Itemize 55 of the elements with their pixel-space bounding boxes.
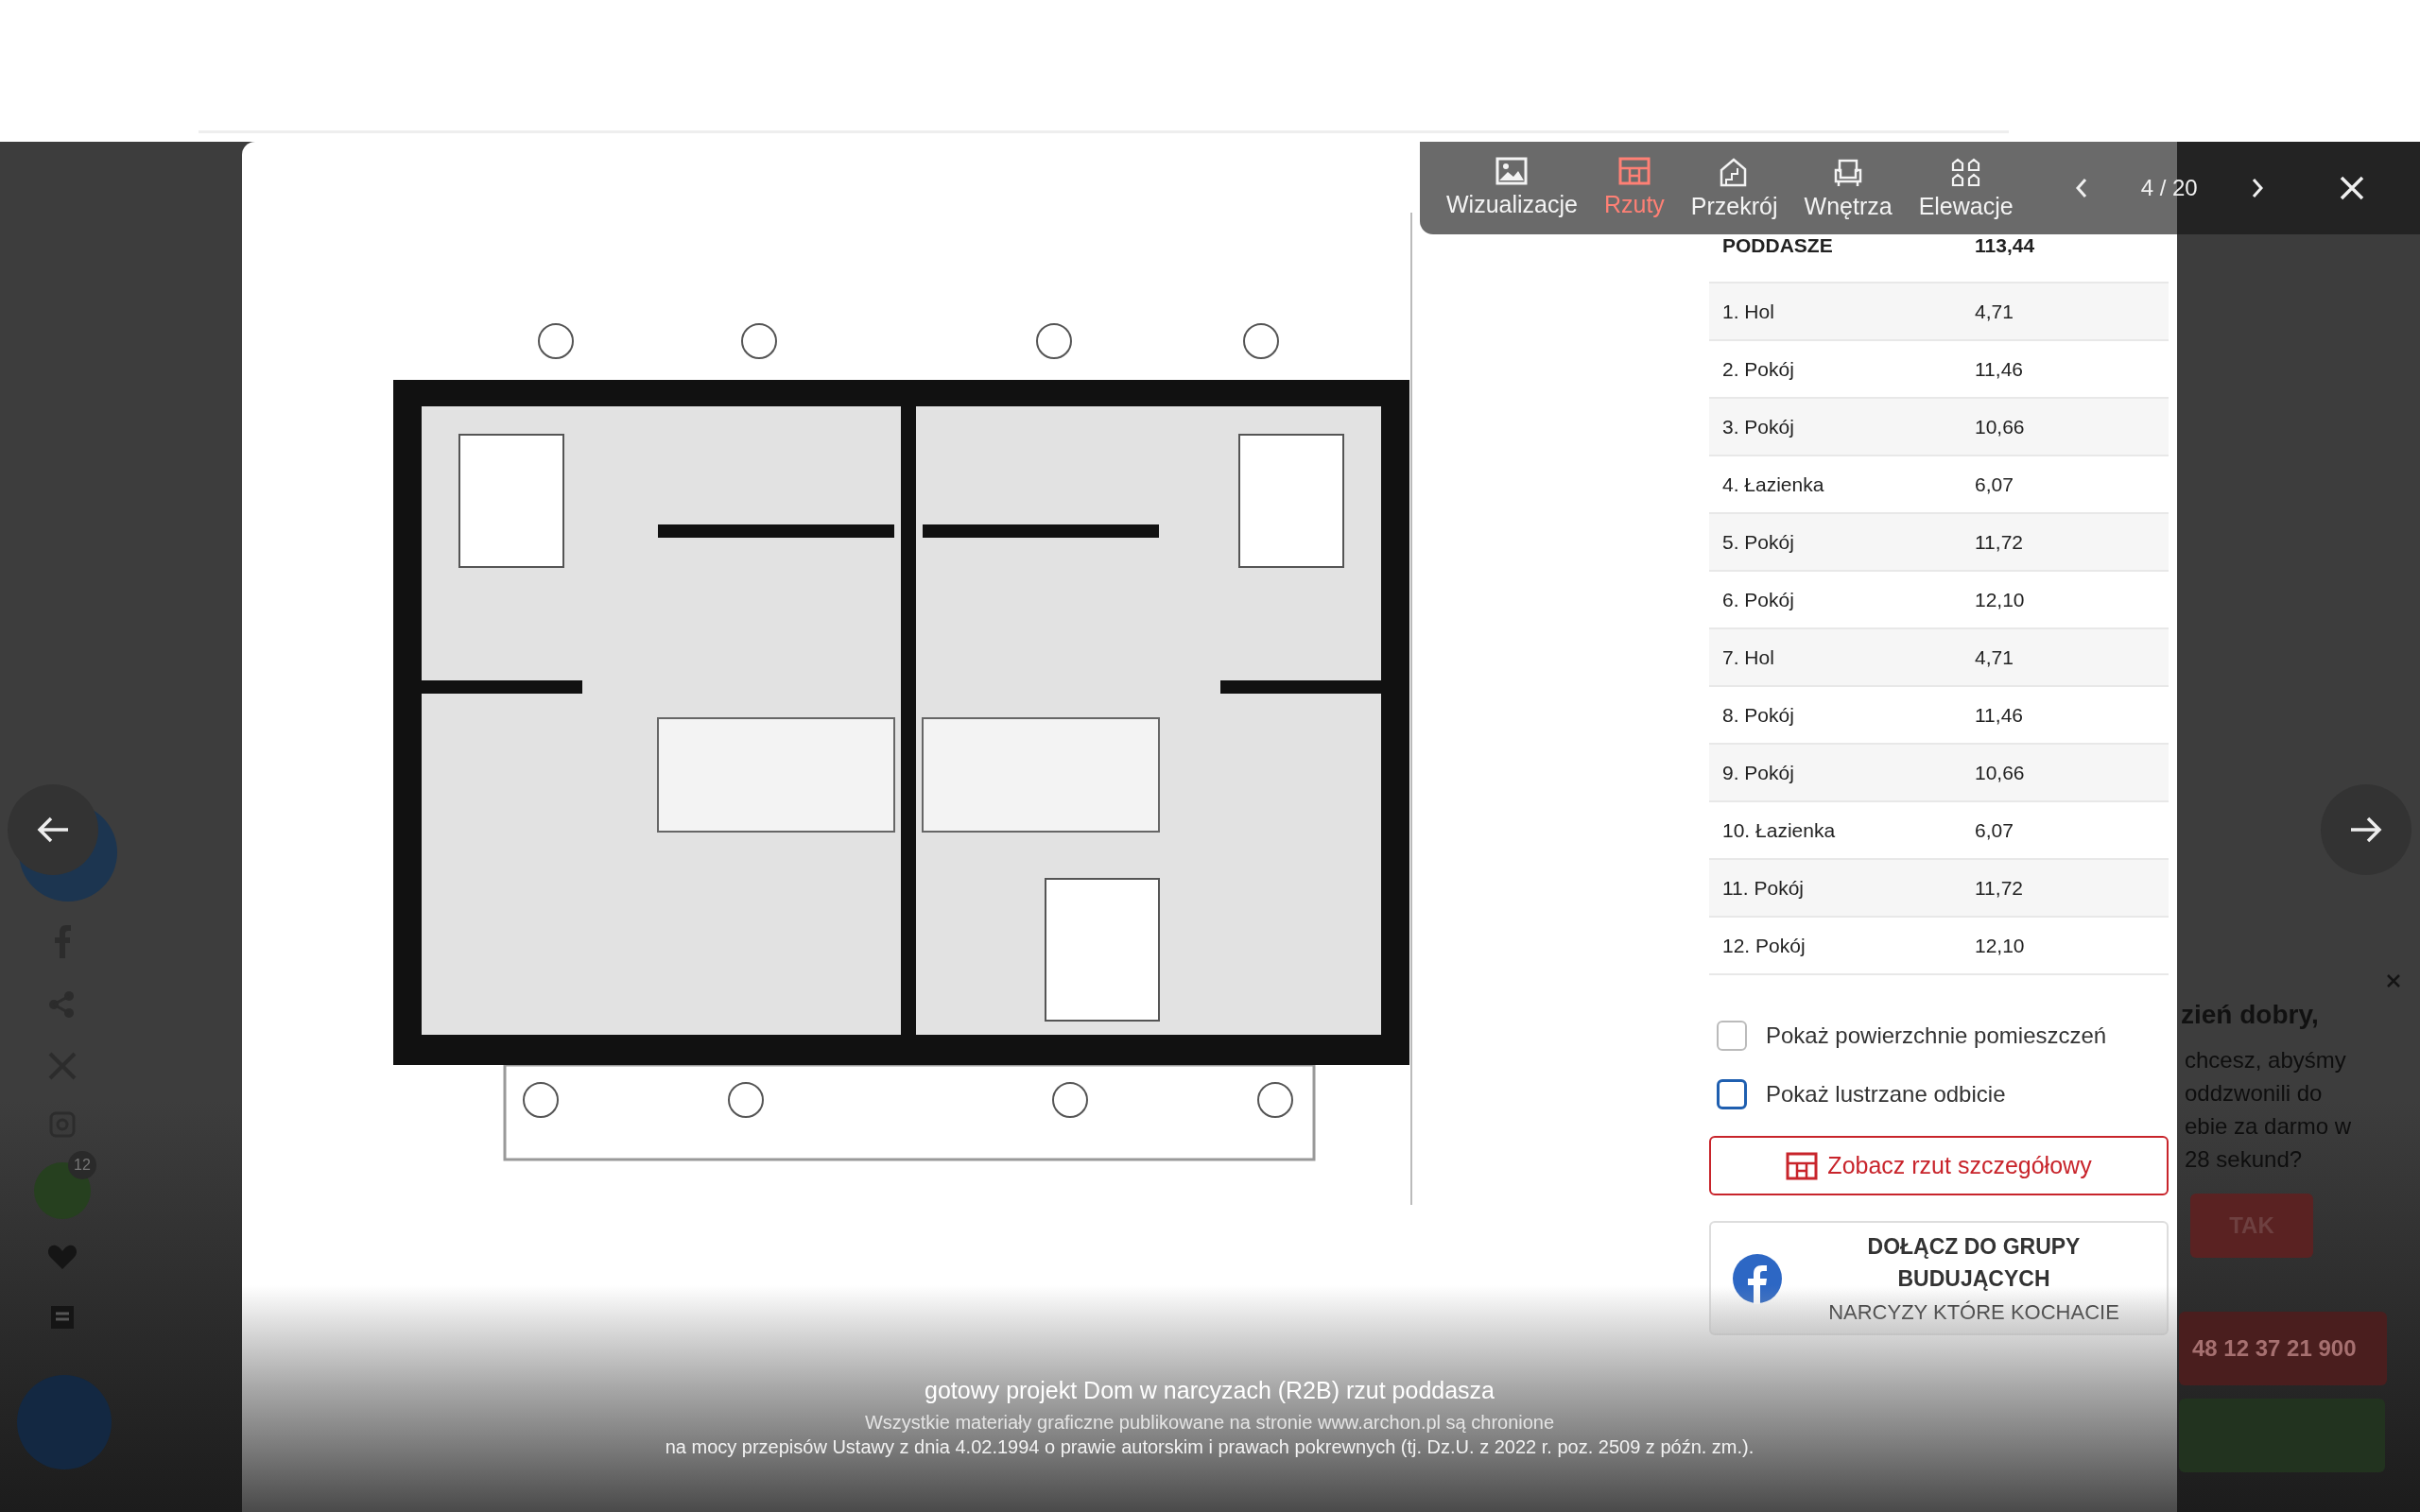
elevations-icon [1949, 156, 1982, 187]
chevron-left-icon [2073, 177, 2089, 199]
copyright-notice: na mocy przepisów Ustawy z dnia 4.02.1994 o prawie autorskim i prawach pokrewnych (tj. Dz.U. z 2022 r. poz. 2509 z późn. zm.). [665, 1435, 1754, 1459]
copyright-notice: Wszystkie materiały graficzne publikowane na stronie www.archon.pl są chronione [864, 1411, 1555, 1435]
detail-plan-button[interactable]: Zobacz rzut szczegółowy [1709, 1136, 2169, 1195]
room-name: 12. Pokój [1721, 934, 1806, 957]
room-name: 4. Łazienka [1721, 472, 1825, 496]
room-area: 4,71 [1975, 300, 2169, 323]
previous-button[interactable] [2073, 177, 2089, 199]
room-name: 8. Pokój [1721, 703, 1795, 727]
room-area: 11,72 [1975, 876, 2169, 900]
room-name: 10. Łazienka [1721, 818, 1837, 842]
arrow-right-icon [2349, 816, 2383, 844]
room-area: 12,10 [1975, 588, 2169, 611]
close-icon[interactable] [2386, 973, 2401, 988]
checkbox-label: Pokaż lustrzane odbicie [1766, 1081, 2006, 1108]
tab[interactable]: Wizualizacje [1433, 148, 1591, 228]
room-area: 11,46 [1975, 703, 2169, 727]
room-name: 11. Pokój [1721, 876, 1805, 900]
image-counter: 4 / 20 [2139, 175, 2199, 201]
arrow-left-icon [36, 816, 70, 844]
room-name: 2. Pokój [1721, 357, 1795, 381]
room-area: 4,71 [1975, 645, 2169, 669]
room-area: 10,66 [1975, 761, 2169, 784]
room-area: 10,66 [1975, 415, 2169, 438]
phone-button[interactable]: 48 12 37 21 900 [2179, 1312, 2387, 1385]
image-icon [1495, 156, 1529, 185]
caption-title: gotowy projekt Dom w narcyzach (R2B) rzut poddasza [925, 1377, 1495, 1404]
room-area: 12,10 [1975, 934, 2169, 957]
checkbox-label: Pokaż powierzchnie pomieszczeń [1766, 1022, 2107, 1049]
facebook-group-card[interactable]: DOŁĄCZ DO GRUPY BUDUJĄCYCH NARCYZY KTÓRE KOCHACIE [1709, 1221, 2169, 1335]
room-name: 6. Pokój [1721, 588, 1795, 611]
heart-icon[interactable] [47, 1244, 78, 1270]
room-name: 1. Hol [1721, 300, 1775, 323]
floor-plan-icon [1617, 156, 1651, 185]
room-name: 7. Hol [1721, 645, 1775, 669]
close-button[interactable] [2338, 175, 2365, 201]
room-area: 11,46 [1975, 357, 2169, 381]
document-icon[interactable] [49, 1304, 76, 1331]
tab[interactable]: Przekrój [1677, 148, 1791, 228]
facebook-icon [1732, 1252, 1783, 1304]
room-name: 3. Pokój [1721, 415, 1795, 438]
close-icon [2338, 175, 2365, 201]
room-area: 6,07 [1975, 472, 2169, 496]
checkbox[interactable] [1717, 1079, 1747, 1109]
room-name: 9. Pokój [1721, 761, 1795, 784]
card-title: DOŁĄCZ DO GRUPY BUDUJĄCYCH [1866, 1233, 2082, 1293]
room-area: 6,07 [1975, 818, 2169, 842]
card-subtitle: NARCYZY KTÓRE KOCHACIE [1828, 1299, 2119, 1325]
room-area: 11,72 [1975, 530, 2169, 554]
checkbox[interactable] [1717, 1021, 1747, 1051]
floor-plan-icon [1786, 1151, 1819, 1180]
tab[interactable]: Wnętrza [1790, 148, 1906, 228]
room-name: 5. Pokój [1721, 530, 1795, 554]
tab[interactable]: Elewacje [1905, 148, 2027, 228]
